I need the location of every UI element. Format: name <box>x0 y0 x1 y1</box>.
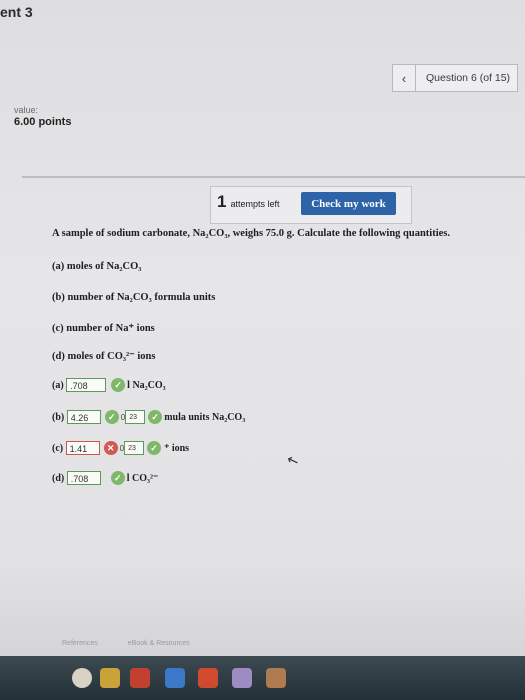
answer-b-input[interactable]: 4.26 <box>66 410 101 424</box>
attempts-indicator: 1 attempts left <box>217 192 280 211</box>
check-my-work-button[interactable]: Check my work <box>301 192 396 215</box>
answer-row-c: (c) 1.41 ✕ 0 23 ✓ ⁺ ions <box>52 441 190 455</box>
attempts-label: attempts left <box>230 199 280 209</box>
chevron-left-icon[interactable]: ‹ <box>393 65 416 91</box>
answer-label: (d) <box>52 472 65 484</box>
value-label: value: <box>14 105 39 115</box>
answer-row-d: (d) .708 ✓ l CO₃²⁻ <box>52 471 158 485</box>
references-link[interactable]: References <box>62 640 98 647</box>
answer-row-a: (a) .708 ✓ l Na₂CO₃ <box>52 378 166 392</box>
answer-c-unit: ⁺ ions <box>164 442 190 454</box>
answer-a-input[interactable]: .708 <box>66 378 107 392</box>
question-nav: ‹ Question 6 (of 15) <box>392 64 518 92</box>
answer-label: (a) <box>52 379 64 391</box>
attempts-count: 1 <box>217 192 227 211</box>
check-icon: ✓ <box>148 410 163 424</box>
x-icon: ✕ <box>103 441 118 455</box>
answer-b-unit: mula units Na₂CO₃ <box>164 411 246 423</box>
word-icon[interactable] <box>165 668 185 688</box>
assignment-title: ent 3 <box>0 4 33 20</box>
check-icon: ✓ <box>104 410 119 424</box>
answer-d-unit: l CO₃²⁻ <box>126 472 159 484</box>
answer-c-exponent-input[interactable]: 23 <box>124 441 145 455</box>
divider <box>22 176 525 178</box>
answer-d-input[interactable]: .708 <box>66 471 101 485</box>
part-c: (c) number of Na⁺ ions <box>52 323 155 334</box>
chrome-icon[interactable] <box>72 668 92 688</box>
footer-links: References eBook & Resources <box>62 640 190 647</box>
answer-row-b: (b) 4.26 ✓ 0 23 ✓ mula units Na₂CO₃ <box>52 410 246 424</box>
pin-icon[interactable] <box>266 668 286 688</box>
folder-icon[interactable] <box>100 668 120 688</box>
part-b: (b) number of Na₂CO₃ formula units <box>52 292 216 303</box>
question-label: Question 6 (of 15) <box>426 72 511 84</box>
problem-intro: A sample of sodium carbonate, Na₂CO₃, we… <box>52 228 451 239</box>
points-value: 6.00 points <box>14 116 72 128</box>
part-a: (a) moles of Na₂CO₃ <box>52 261 142 272</box>
answer-b-exponent-input[interactable]: 23 <box>125 410 146 424</box>
check-icon: ✓ <box>111 378 126 392</box>
answer-a-unit: l Na₂CO₃ <box>127 379 166 391</box>
mouse-cursor-icon: ↖ <box>284 450 301 470</box>
check-icon: ✓ <box>110 471 125 485</box>
part-d: (d) moles of CO₃²⁻ ions <box>52 351 156 362</box>
answer-label: (b) <box>52 411 65 423</box>
ebook-link[interactable]: eBook & Resources <box>128 640 190 647</box>
check-icon: ✓ <box>147 441 162 455</box>
powerpoint-icon[interactable] <box>198 668 218 688</box>
office-icon[interactable] <box>130 668 150 688</box>
app-icon[interactable] <box>232 668 252 688</box>
answer-label: (c) <box>52 442 64 454</box>
answer-c-input[interactable]: 1.41 <box>65 441 100 455</box>
